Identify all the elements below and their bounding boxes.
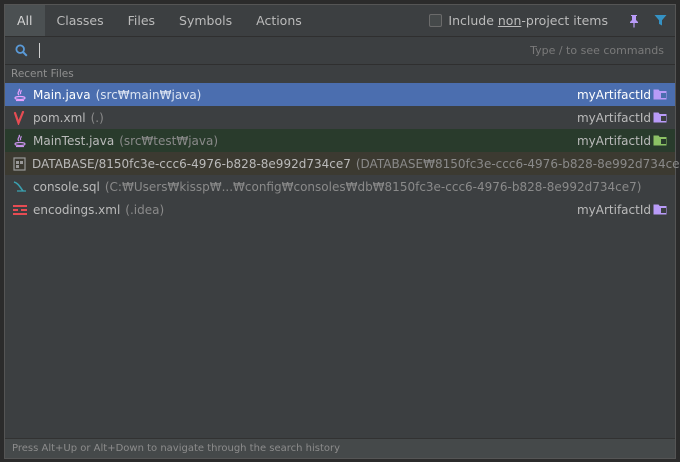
pin-icon[interactable]	[628, 14, 640, 28]
section-title: Recent Files	[11, 68, 74, 80]
include-nonproject-label[interactable]: Include non-project items	[448, 13, 608, 28]
filter-icon[interactable]	[654, 14, 667, 27]
file-location: (C:₩Users₩kissp₩...₩config₩consoles₩db₩8…	[104, 179, 642, 194]
tab-actions[interactable]: Actions	[244, 5, 314, 36]
list-item[interactable]: DATABASE/8150fc3e-ccc6-4976-b828-8e992d7…	[5, 152, 680, 175]
file-location: (DATABASE₩8150fc3e-ccc6-4976-b828-8e992d…	[355, 156, 680, 171]
database-icon	[13, 156, 26, 171]
search-icon	[15, 44, 28, 57]
xml-config-icon	[13, 203, 27, 217]
status-hint: Press Alt+Up or Alt+Down to navigate thr…	[5, 438, 675, 458]
tab-symbols[interactable]: Symbols	[167, 5, 244, 36]
tab-classes[interactable]: Classes	[45, 5, 116, 36]
search-hint: Type / to see commands	[530, 44, 664, 57]
test-folder-icon	[653, 134, 667, 146]
list-item[interactable]: MainTest.java (src₩test₩java) myArtifact…	[5, 129, 675, 152]
list-item[interactable]: console.sql (C:₩Users₩kissp₩...₩config₩c…	[5, 175, 675, 198]
file-name: encodings.xml	[33, 202, 121, 217]
list-item[interactable]: encodings.xml (.idea) myArtifactId	[5, 198, 675, 221]
list-item[interactable]: Main.java (src₩main₩java) myArtifactId	[5, 83, 675, 106]
module-folder-icon	[653, 88, 667, 100]
module-name: myArtifactId	[576, 87, 651, 102]
tab-all[interactable]: All	[5, 5, 45, 36]
java-file-icon	[13, 88, 27, 102]
file-name: console.sql	[33, 179, 100, 194]
file-name: MainTest.java	[33, 133, 115, 148]
tab-bar: All Classes Files Symbols Actions Includ…	[5, 5, 675, 37]
search-everywhere-popup: All Classes Files Symbols Actions Includ…	[4, 4, 680, 459]
search-input[interactable]	[39, 43, 40, 58]
file-location: (.idea)	[125, 202, 165, 217]
module-name: myArtifactId	[576, 133, 651, 148]
sql-console-icon	[13, 180, 27, 194]
module-folder-icon	[653, 203, 667, 215]
file-location: (.)	[90, 110, 104, 125]
module-folder-icon	[653, 111, 667, 123]
file-name: Main.java	[33, 87, 91, 102]
include-label-prefix: Include	[448, 13, 498, 28]
java-file-icon	[13, 134, 27, 148]
module-name: myArtifactId	[576, 202, 651, 217]
tab-bar-options: Include non-project items	[429, 5, 667, 36]
list-item[interactable]: pom.xml (.) myArtifactId	[5, 106, 675, 129]
search-bar[interactable]: Type / to see commands	[5, 37, 675, 65]
include-label-suffix: -project items	[521, 13, 608, 28]
file-location: (src₩main₩java)	[95, 87, 202, 102]
maven-file-icon	[13, 110, 27, 125]
results-list: Main.java (src₩main₩java) myArtifactId p…	[5, 83, 680, 221]
file-name: pom.xml	[33, 110, 86, 125]
include-nonproject-checkbox[interactable]	[429, 14, 443, 27]
file-location: (src₩test₩java)	[119, 133, 219, 148]
tab-files[interactable]: Files	[116, 5, 167, 36]
file-name: DATABASE/8150fc3e-ccc6-4976-b828-8e992d7…	[32, 156, 351, 171]
module-name: myArtifactId	[576, 110, 651, 125]
include-label-mnemonic: non	[497, 13, 522, 28]
